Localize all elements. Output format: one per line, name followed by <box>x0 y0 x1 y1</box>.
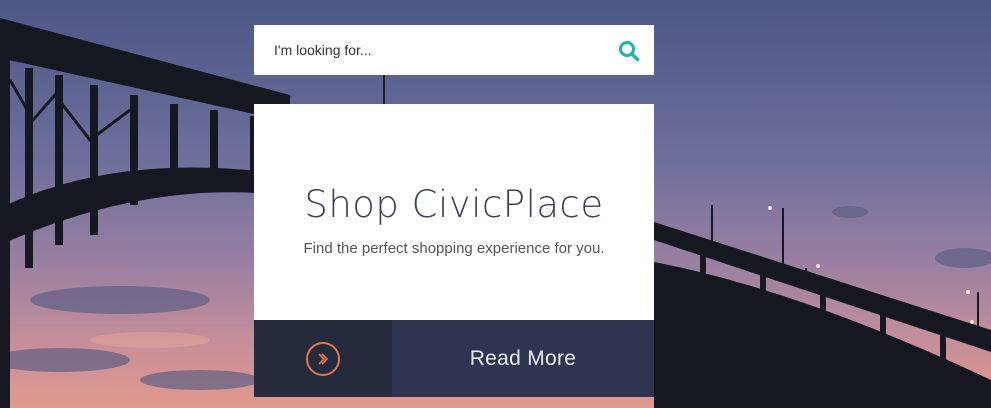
read-more-bar: Read More <box>254 320 654 397</box>
double-chevron-right-icon <box>318 352 329 365</box>
read-more-label: Read More <box>469 346 577 370</box>
search-bar <box>254 25 654 75</box>
search-icon <box>619 41 640 62</box>
read-more-button[interactable]: Read More <box>392 320 654 397</box>
search-button[interactable] <box>616 38 642 64</box>
read-more-icon-button[interactable] <box>254 320 392 397</box>
chevron-right-circle-icon <box>306 341 340 376</box>
promo-subtitle: Find the perfect shopping experience for… <box>303 240 605 257</box>
promo-card: Shop CivicPlace Find the perfect shoppin… <box>254 104 654 320</box>
promo-title: Shop CivicPlace <box>304 183 604 226</box>
search-input[interactable] <box>254 25 604 75</box>
